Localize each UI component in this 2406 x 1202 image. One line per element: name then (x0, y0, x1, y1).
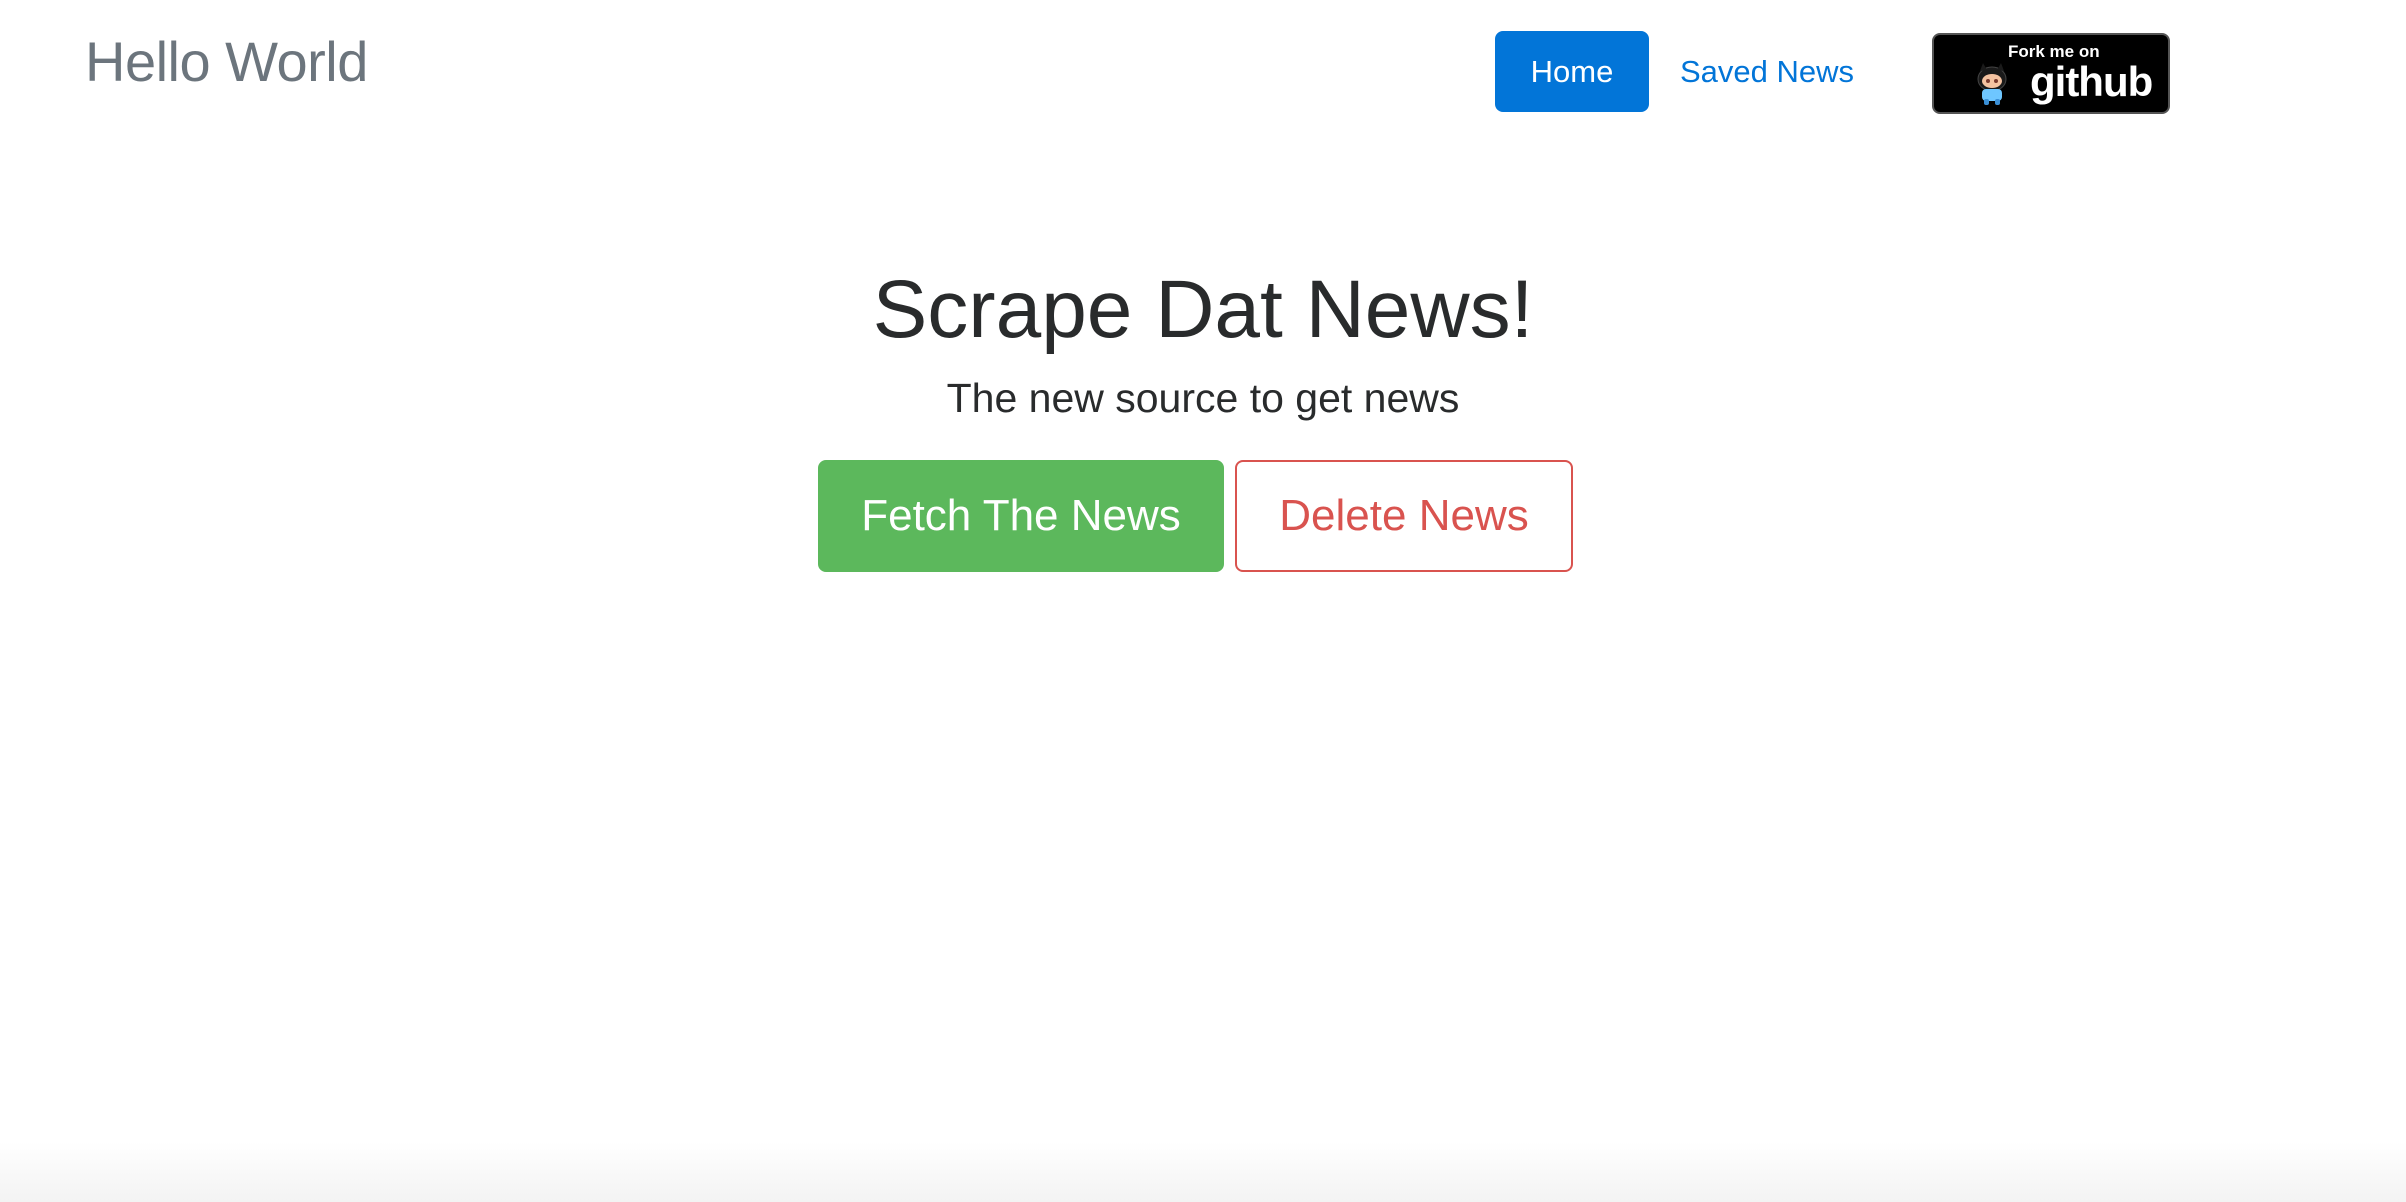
fork-me-on-github-badge[interactable]: Fork me on github (1932, 33, 2170, 114)
octocat-icon (1977, 63, 2007, 105)
footer-shade (0, 1142, 2406, 1202)
fetch-news-button[interactable]: Fetch The News (818, 460, 1224, 572)
navbar-brand[interactable]: Hello World (85, 26, 368, 98)
nav-link-saved-news[interactable]: Saved News (1680, 31, 1854, 112)
delete-news-button[interactable]: Delete News (1235, 460, 1573, 572)
nav-link-home[interactable]: Home (1495, 31, 1649, 112)
hero-subtitle: The new source to get news (946, 375, 1460, 421)
hero-title: Scrape Dat News! (872, 264, 1534, 355)
github-badge-line2: github (2030, 58, 2153, 105)
